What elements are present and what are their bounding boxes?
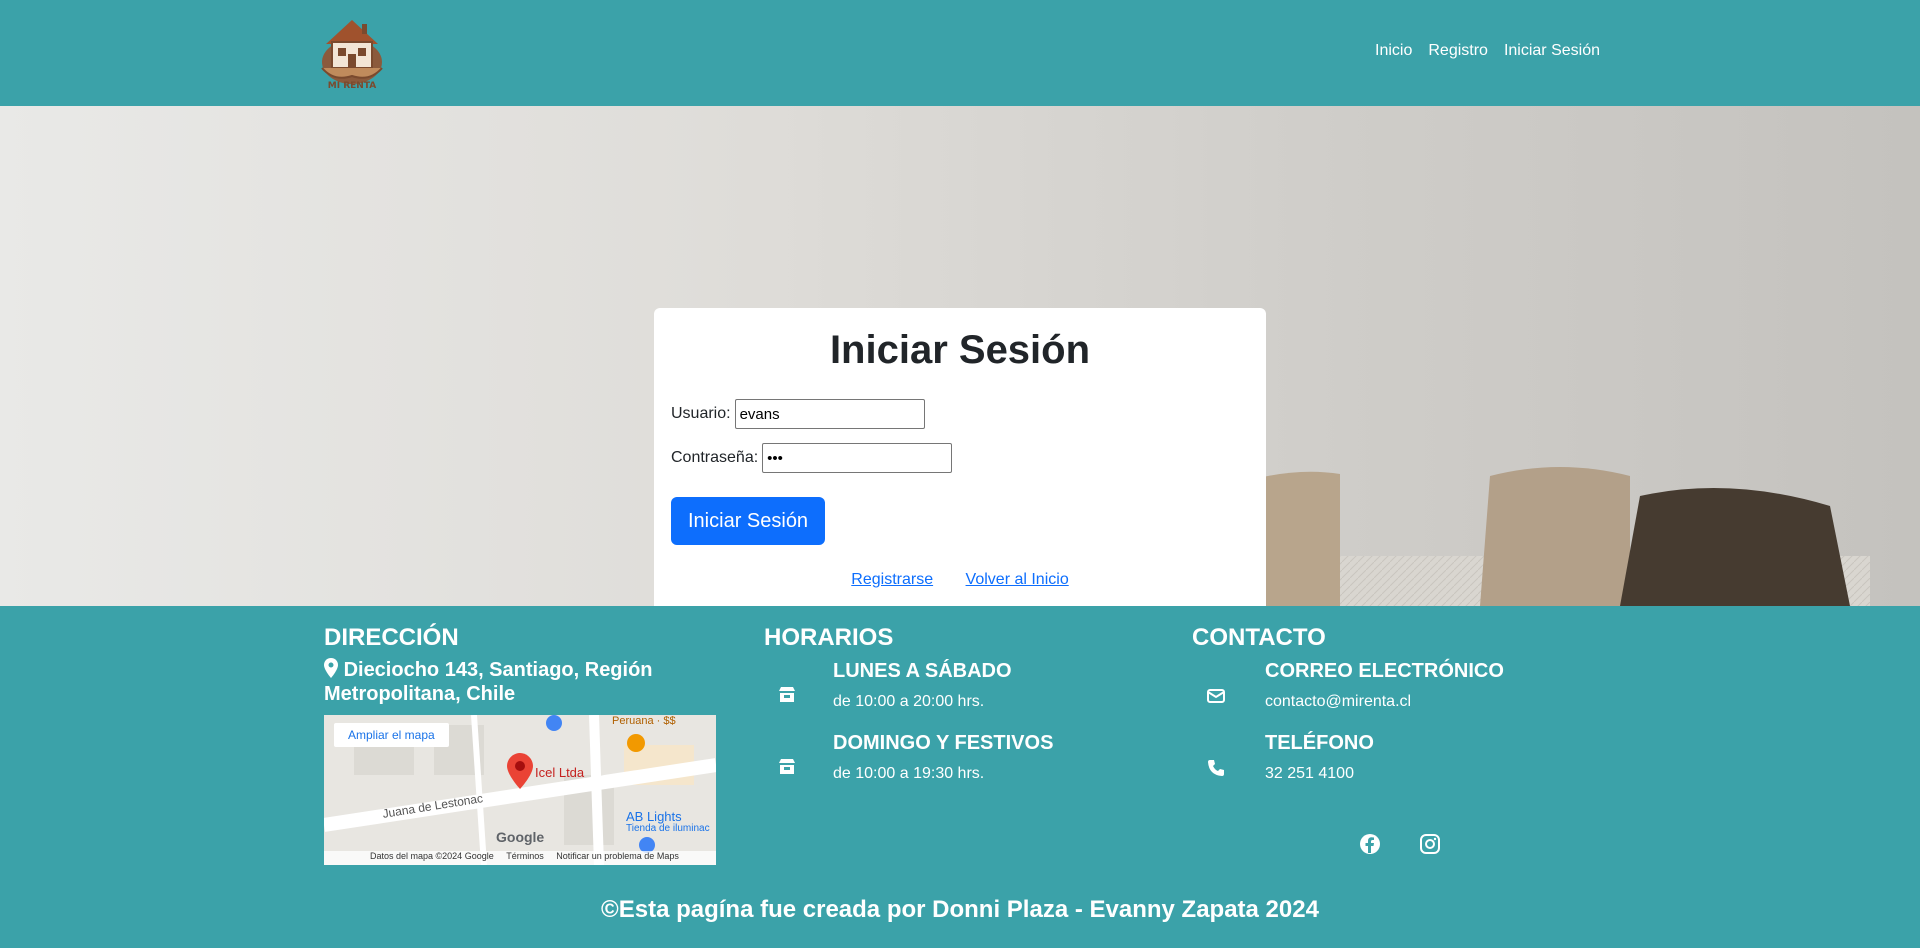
hours-weekday-text: de 10:00 a 20:00 hrs. (833, 693, 985, 710)
map-terms-link[interactable]: Términos (506, 851, 544, 861)
address-title: DIRECCIÓN (324, 624, 459, 651)
phone-text[interactable]: 32 251 4100 (1265, 765, 1354, 783)
map-pin-icon (324, 658, 338, 678)
map-poi-2: AB Lights (626, 809, 682, 824)
login-button[interactable]: Iniciar Sesión (671, 497, 826, 545)
login-links: Registrarse Volver al Inicio (671, 571, 1249, 589)
password-row: Contraseña: (671, 443, 1249, 473)
map-attribution: Datos del mapa ©2024 Google (370, 851, 494, 861)
hours-weekend-text: de 10:00 a 19:30 hrs. (833, 765, 985, 782)
username-row: Usuario: (671, 399, 1249, 429)
password-label: Contraseña: (671, 449, 759, 466)
hours-weekday-title: LUNES A SÁBADO (833, 660, 1012, 682)
map-marker-icon (507, 753, 533, 789)
facebook-icon[interactable] (1359, 833, 1381, 855)
email-text[interactable]: contacto@mirenta.cl (1265, 693, 1411, 711)
password-input[interactable] (762, 443, 953, 473)
map-attribution-bar: Datos del mapa ©2024 Google Términos Not… (324, 851, 716, 865)
instagram-icon[interactable] (1419, 833, 1441, 855)
map-poi-1: Peruana · $$ (612, 715, 676, 727)
store-icon (779, 687, 795, 702)
register-link[interactable]: Registrarse (851, 571, 933, 588)
username-input[interactable] (734, 399, 925, 429)
site-footer: DIRECCIÓN Dieciocho 143, Santiago, Regió… (0, 606, 1920, 948)
store-icon (779, 759, 795, 774)
nav-iniciar-sesion[interactable]: Iniciar Sesión (1504, 42, 1600, 60)
nav-registro[interactable]: Registro (1428, 42, 1488, 60)
credit-text: ©Esta pagína fue creada por Donni Plaza … (601, 896, 1319, 923)
address-value: Dieciocho 143, Santiago, Región Metropol… (324, 659, 653, 705)
contact-title: CONTACTO (1192, 624, 1326, 651)
username-label: Usuario: (671, 405, 731, 422)
email-title: CORREO ELECTRÓNICO (1265, 660, 1504, 682)
logo-text: MI RENTA (328, 81, 376, 90)
envelope-icon (1207, 689, 1225, 703)
phone-icon (1208, 760, 1224, 776)
nav-inicio[interactable]: Inicio (1375, 42, 1412, 60)
main-nav: Inicio Registro Iniciar Sesión (1375, 42, 1600, 60)
hours-title: HORARIOS (764, 624, 894, 651)
hours-weekend-title: DOMINGO Y FESTIVOS (833, 732, 1054, 754)
map-poi-2-sub: Tienda de iluminac (626, 823, 710, 834)
google-brand: Google (496, 829, 545, 845)
phone-title: TELÉFONO (1265, 732, 1374, 754)
address-text: Dieciocho 143, Santiago, Región Metropol… (324, 658, 704, 706)
back-home-link[interactable]: Volver al Inicio (966, 571, 1069, 588)
expand-map-button[interactable]: Ampliar el mapa (334, 723, 449, 747)
map-place-label: Icel Ltda (535, 765, 585, 780)
site-header: MI RENTA Inicio Registro Iniciar Sesión (0, 0, 1920, 106)
hero-background: Iniciar Sesión Usuario: Contraseña: Inic… (0, 106, 1920, 606)
map-report-link[interactable]: Notificar un problema de Maps (556, 851, 679, 861)
map-embed[interactable]: Ampliar el mapa Icel Ltda Juana de Lesto… (324, 715, 716, 865)
login-card: Iniciar Sesión Usuario: Contraseña: Inic… (654, 308, 1266, 606)
login-title: Iniciar Sesión (829, 328, 1091, 372)
logo-house-icon[interactable]: MI RENTA (318, 12, 386, 90)
